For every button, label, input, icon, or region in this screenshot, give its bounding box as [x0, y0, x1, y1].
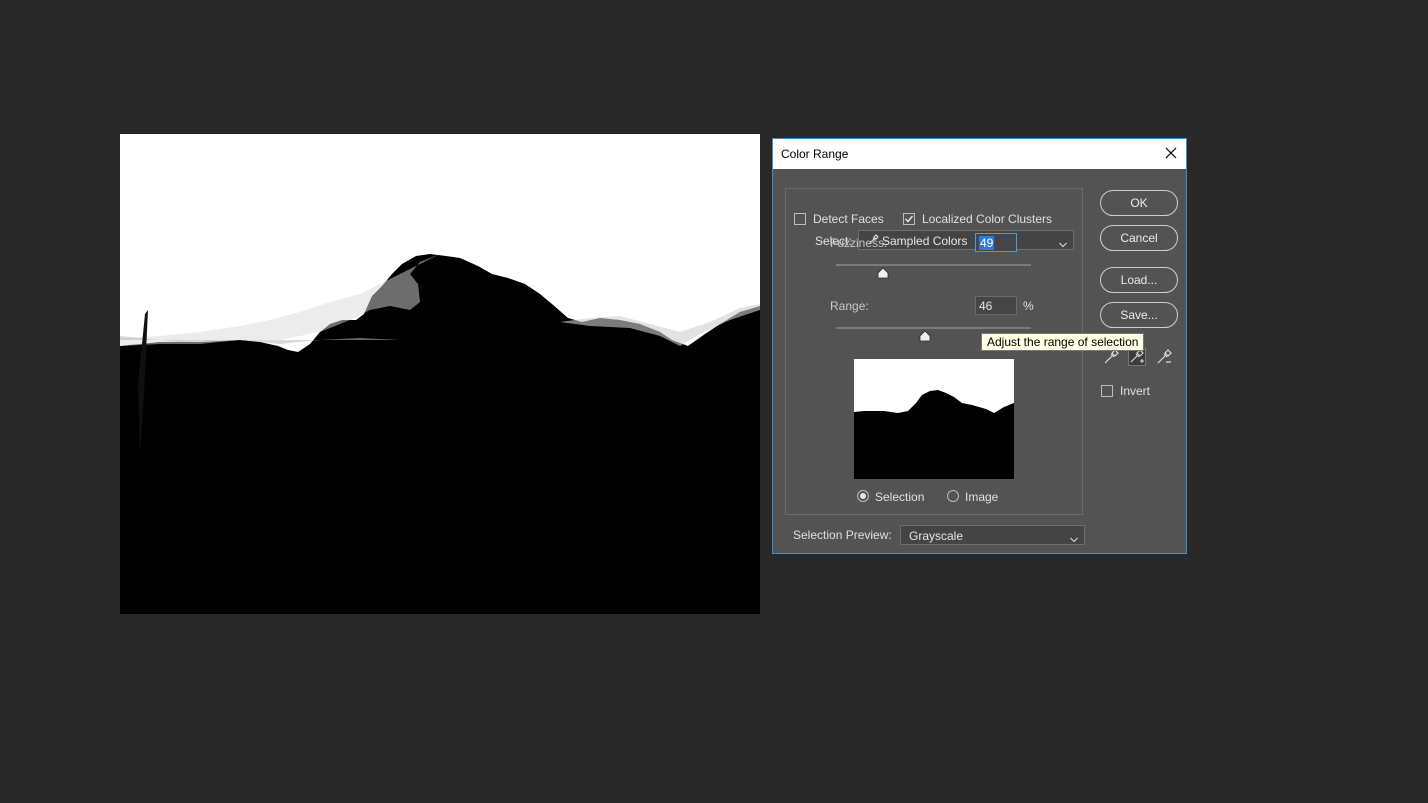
localized-clusters-checkbox[interactable]: [903, 213, 915, 225]
close-icon: [1165, 147, 1177, 159]
image-radio-label: Image: [965, 490, 999, 504]
selection-preview-thumbnail: [854, 359, 1014, 479]
dialog-titlebar[interactable]: Color Range: [773, 139, 1186, 169]
mask-image: [120, 134, 760, 614]
fuzziness-slider-thumb[interactable]: [877, 267, 889, 279]
dialog-title: Color Range: [781, 147, 849, 161]
load-button[interactable]: Load...: [1100, 267, 1178, 293]
checkmark-icon: [904, 215, 914, 223]
invert-label: Invert: [1120, 384, 1151, 398]
range-value: 46: [979, 299, 993, 313]
fuzziness-input[interactable]: 49: [975, 233, 1017, 252]
select-value: Sampled Colors: [882, 234, 968, 248]
range-label: Range:: [830, 299, 869, 313]
selection-radio[interactable]: [857, 490, 869, 502]
detect-faces-checkbox[interactable]: [794, 213, 806, 225]
select-dropdown[interactable]: Sampled Colors: [858, 230, 1074, 250]
save-button[interactable]: Save...: [1100, 302, 1178, 328]
ok-button[interactable]: OK: [1100, 190, 1178, 216]
image-radio[interactable]: [947, 490, 959, 502]
eyedropper-minus-icon[interactable]: [1155, 348, 1173, 366]
fuzziness-value: 49: [979, 236, 995, 250]
range-unit: %: [1023, 299, 1034, 313]
selection-preview-value: Grayscale: [909, 529, 964, 543]
detect-faces-label: Detect Faces: [813, 212, 884, 226]
tooltip: Adjust the range of selection: [981, 333, 1145, 351]
range-input[interactable]: 46: [975, 296, 1017, 315]
cancel-button[interactable]: Cancel: [1100, 225, 1178, 251]
close-button[interactable]: [1156, 139, 1186, 169]
fuzziness-slider-track[interactable]: [836, 264, 1031, 266]
document-canvas[interactable]: [120, 134, 760, 614]
selection-preview-label: Selection Preview:: [793, 528, 892, 542]
range-slider-track[interactable]: [836, 327, 1031, 329]
chevron-down-icon: [1059, 237, 1067, 251]
selection-radio-label: Selection: [875, 490, 925, 504]
localized-clusters-label: Localized Color Clusters: [922, 212, 1053, 226]
fuzziness-label: Fuzziness:: [830, 236, 888, 250]
invert-checkbox[interactable]: [1101, 385, 1113, 397]
selection-preview-dropdown[interactable]: Grayscale: [900, 525, 1085, 545]
range-slider-thumb[interactable]: [919, 330, 931, 342]
chevron-down-icon: [1070, 532, 1078, 546]
